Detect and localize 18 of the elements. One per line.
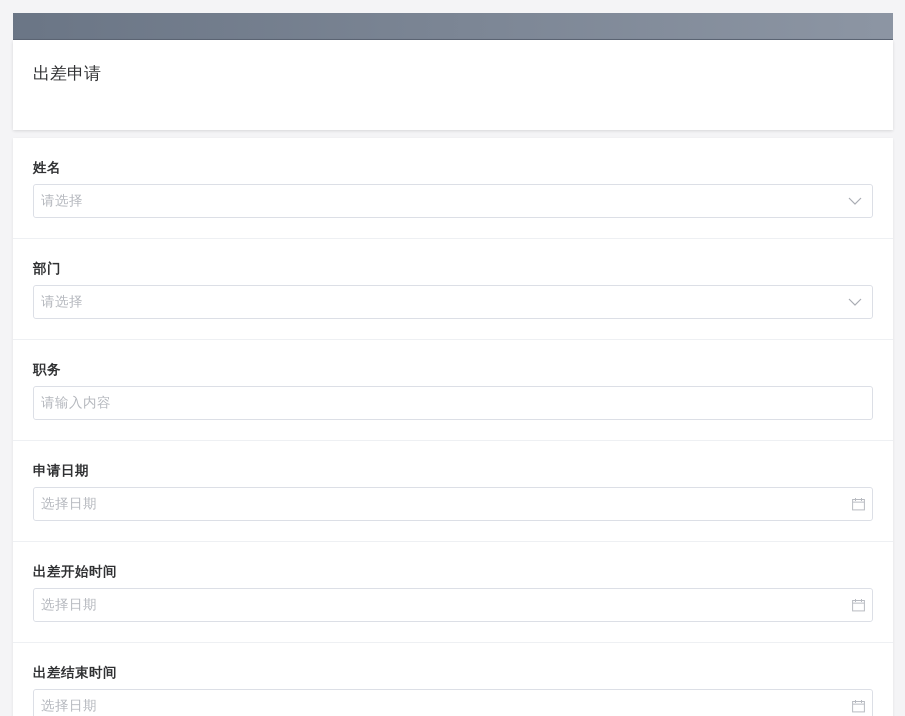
field-label: 申请日期 xyxy=(33,462,90,480)
date-field[interactable]: 选择日期 xyxy=(33,689,873,716)
calendar-icon xyxy=(852,598,865,612)
select-field[interactable]: 请选择 xyxy=(33,285,873,319)
field-label: 部门 xyxy=(33,260,62,278)
calendar-icon xyxy=(852,498,865,510)
field-label: 职务 xyxy=(33,361,62,379)
chevron-down-icon xyxy=(848,197,862,205)
date-field[interactable]: 选择日期 xyxy=(33,487,873,521)
input-field[interactable]: 请输入内容 xyxy=(33,386,873,420)
page-title: 出差申请 xyxy=(33,63,102,86)
chevron-down-icon xyxy=(848,298,862,306)
field-label: 姓名 xyxy=(33,159,62,177)
date-field[interactable]: 选择日期 xyxy=(33,588,873,622)
field-label: 出差结束时间 xyxy=(33,664,118,682)
field-label: 出差开始时间 xyxy=(33,563,118,581)
calendar-icon xyxy=(852,700,865,712)
select-field[interactable]: 请选择 xyxy=(33,184,873,218)
